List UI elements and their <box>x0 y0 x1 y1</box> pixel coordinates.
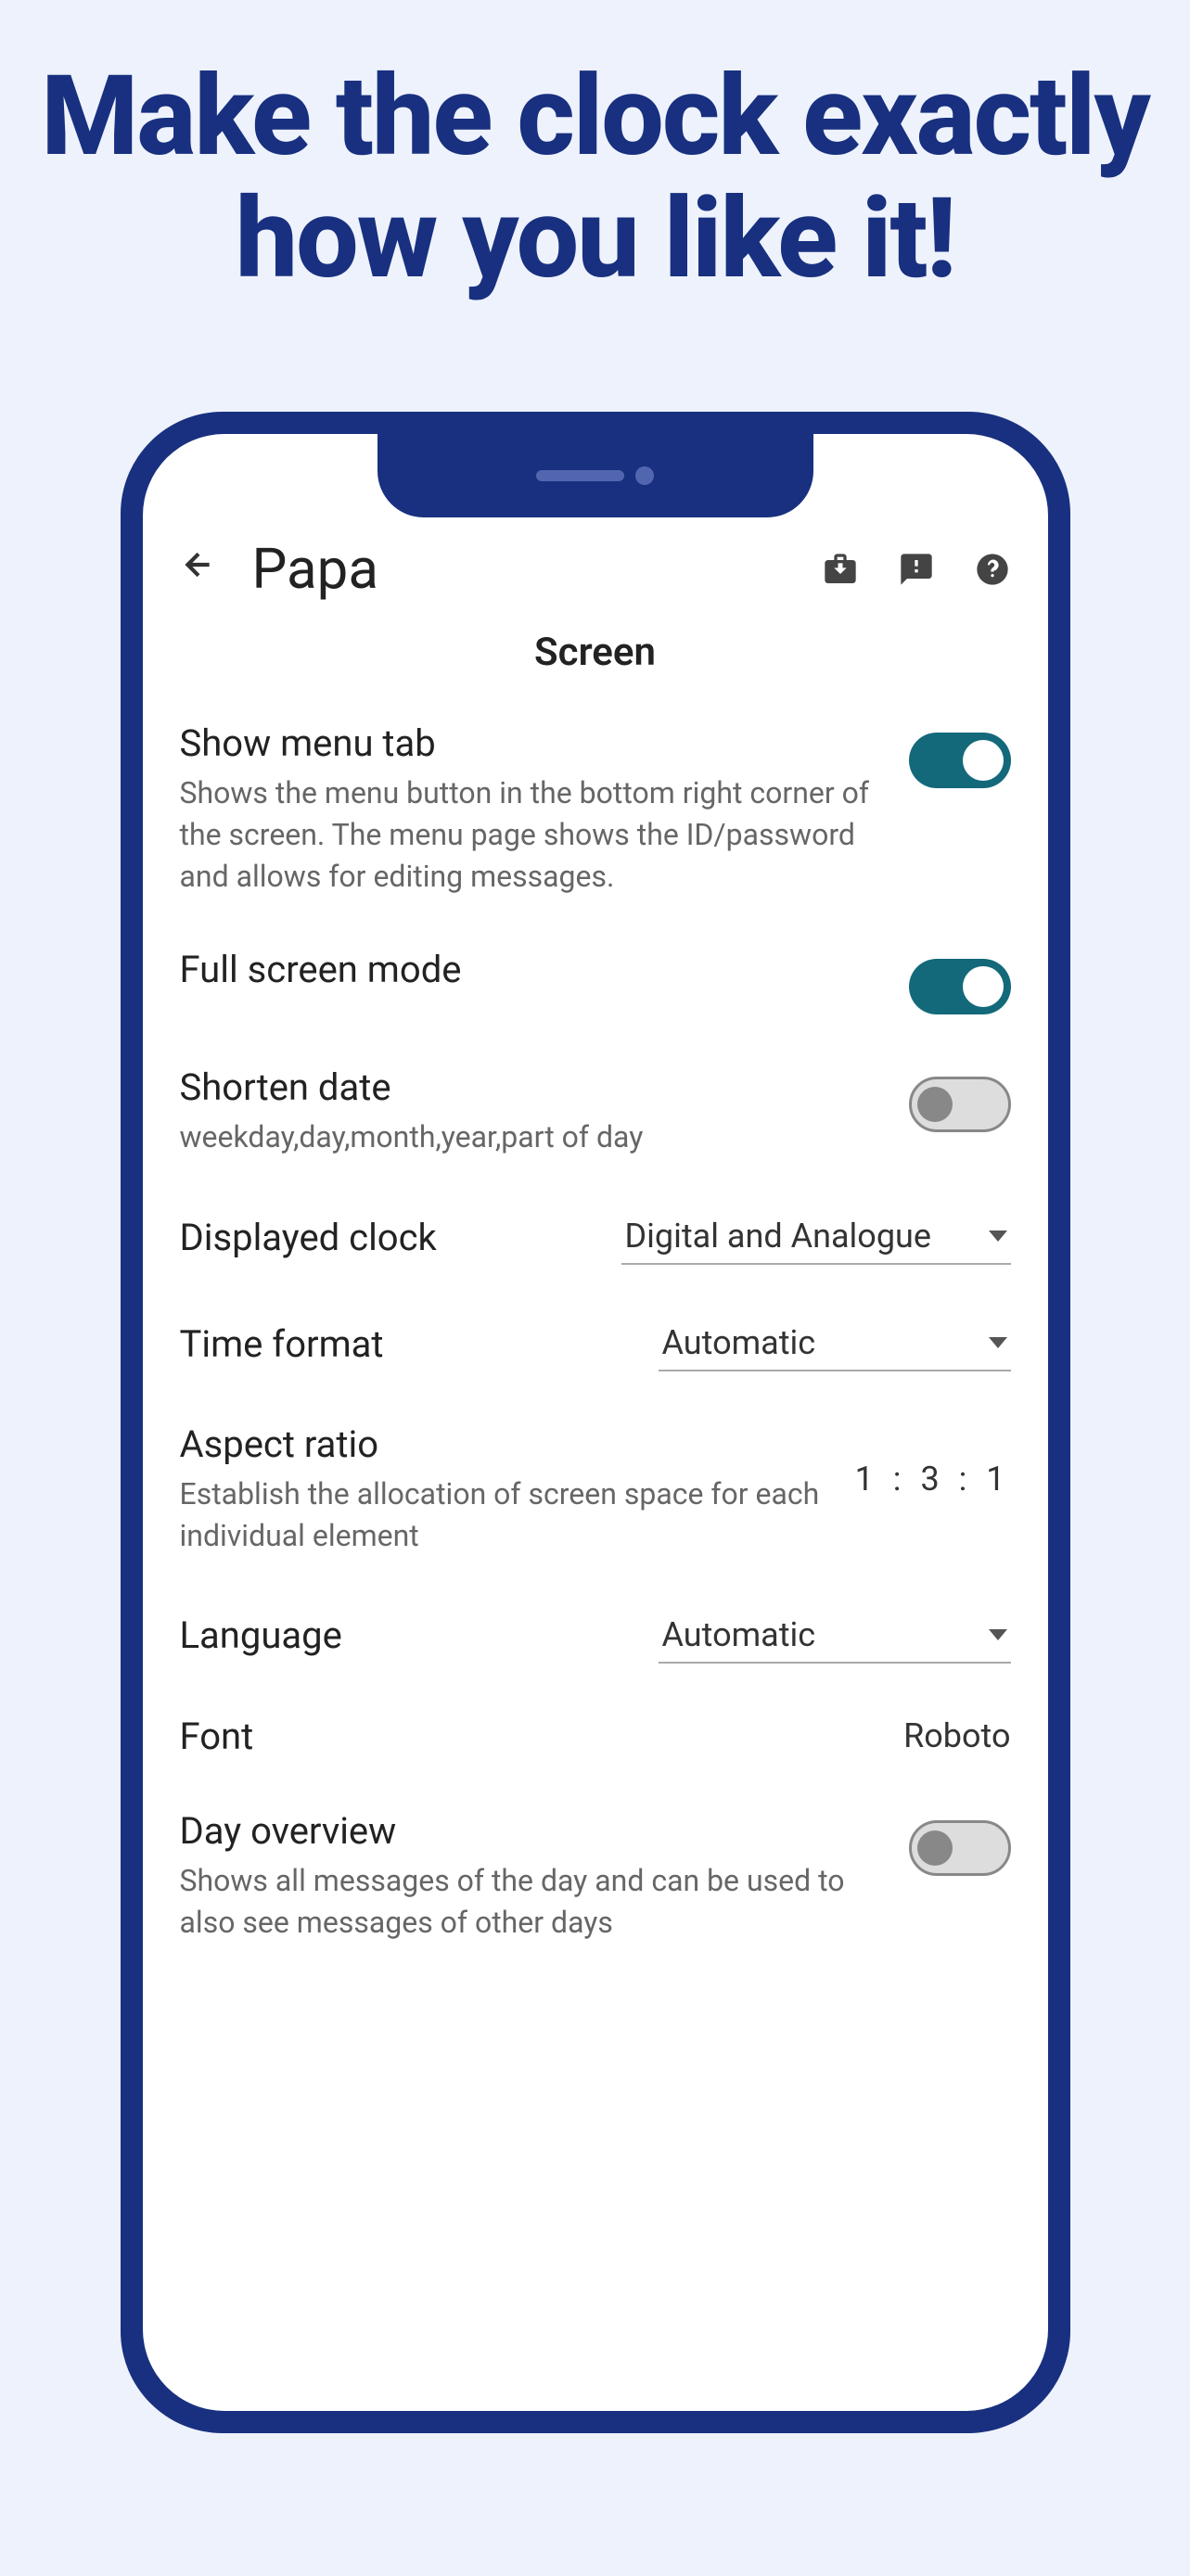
store-icon[interactable] <box>822 551 859 588</box>
page-title: Papa <box>252 536 787 602</box>
app-header: Papa <box>180 536 1011 602</box>
font-value[interactable]: Roboto <box>903 1716 1010 1755</box>
select-value-text: Digital and Analogue <box>625 1217 931 1256</box>
app-content: Papa Screen Show menu tab <box>143 434 1048 2411</box>
aspect-ratio-value[interactable]: 1 : 3 : 1 <box>855 1460 1011 1498</box>
setting-label: Font <box>180 1715 254 1758</box>
select-value-text: Automatic <box>662 1615 816 1654</box>
setting-label: Displayed clock <box>180 1216 437 1259</box>
setting-day-overview: Day overview Shows all messages of the d… <box>180 1809 1011 1944</box>
back-arrow-icon[interactable] <box>180 545 217 593</box>
language-select[interactable]: Automatic <box>659 1608 1011 1664</box>
chevron-down-icon <box>989 1629 1007 1640</box>
setting-aspect-ratio: Aspect ratio Establish the allocation of… <box>180 1422 1011 1557</box>
setting-time-format: Time format Automatic <box>180 1316 1011 1371</box>
fullscreen-toggle[interactable] <box>909 959 1011 1014</box>
setting-displayed-clock: Displayed clock Digital and Analogue <box>180 1209 1011 1265</box>
setting-label: Full screen mode <box>180 948 881 991</box>
chevron-down-icon <box>989 1337 1007 1348</box>
setting-description: Shows all messages of the day and can be… <box>180 1860 881 1944</box>
promo-headline: Make the clock exactly how you like it! <box>0 56 1190 300</box>
setting-label: Aspect ratio <box>180 1422 827 1466</box>
phone-screen: Papa Screen Show menu tab <box>143 434 1048 2411</box>
setting-language: Language Automatic <box>180 1608 1011 1664</box>
help-icon[interactable] <box>974 551 1011 588</box>
feedback-icon[interactable] <box>898 551 935 588</box>
setting-show-menu-tab: Show menu tab Shows the menu button in t… <box>180 721 1011 897</box>
setting-full-screen-mode: Full screen mode <box>180 948 1011 1014</box>
setting-description: weekday,day,month,year,part of day <box>180 1116 881 1158</box>
setting-description: Establish the allocation of screen space… <box>180 1473 827 1557</box>
time-format-select[interactable]: Automatic <box>659 1316 1011 1371</box>
notch-speaker <box>536 470 624 481</box>
setting-label: Show menu tab <box>180 721 881 765</box>
chevron-down-icon <box>989 1231 1007 1242</box>
notch-camera <box>635 466 654 485</box>
section-title: Screen <box>180 630 1011 675</box>
setting-label: Time format <box>180 1322 384 1366</box>
setting-description: Shows the menu button in the bottom righ… <box>180 772 881 897</box>
day-overview-toggle[interactable] <box>909 1820 1011 1876</box>
setting-label: Day overview <box>180 1809 881 1853</box>
setting-label: Language <box>180 1613 342 1657</box>
show-menu-toggle[interactable] <box>909 733 1011 788</box>
header-icons <box>822 551 1011 588</box>
shorten-date-toggle[interactable] <box>909 1077 1011 1132</box>
select-value-text: Automatic <box>662 1323 816 1362</box>
setting-shorten-date: Shorten date weekday,day,month,year,part… <box>180 1065 1011 1158</box>
displayed-clock-select[interactable]: Digital and Analogue <box>621 1209 1011 1265</box>
setting-label: Shorten date <box>180 1065 881 1109</box>
phone-notch <box>377 434 813 517</box>
phone-frame: Papa Screen Show menu tab <box>121 412 1070 2433</box>
setting-font: Font Roboto <box>180 1715 1011 1758</box>
